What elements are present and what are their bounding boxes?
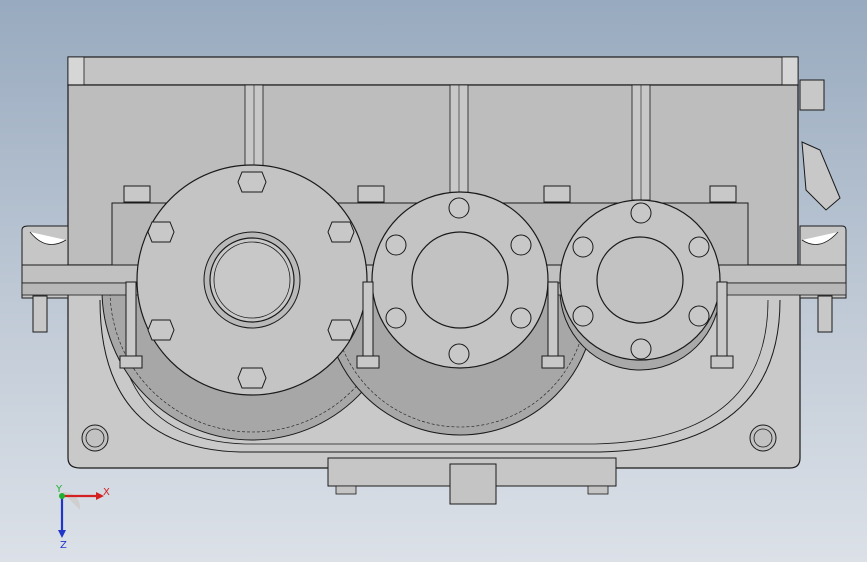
cad-viewport[interactable]: X Z Y [0, 0, 867, 562]
z-axis-arrowhead [58, 530, 66, 538]
coordinate-triad[interactable]: X Z Y [40, 478, 130, 548]
y-axis-label: Y [55, 484, 63, 495]
z-axis-label: Z [60, 540, 67, 548]
gearbox-model[interactable] [0, 0, 867, 562]
x-axis-label: X [103, 487, 110, 498]
triad-origin-arc [62, 491, 81, 510]
